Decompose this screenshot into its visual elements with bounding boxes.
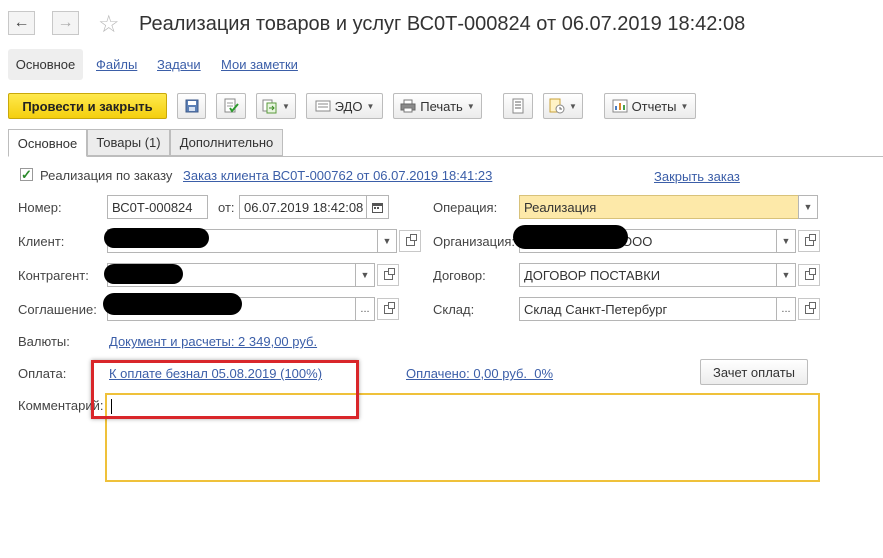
warehouse-open-button[interactable] — [798, 298, 820, 320]
redaction-organization — [513, 225, 628, 249]
chevron-down-icon: ▼ — [360, 270, 370, 280]
printer-icon — [400, 99, 416, 113]
create-based-on-button[interactable]: ▼ — [256, 93, 296, 119]
redaction-counterparty — [104, 264, 183, 284]
post-and-close-button[interactable]: Провести и закрыть — [8, 93, 167, 119]
agreement-select-button[interactable]: ... — [355, 297, 375, 321]
chevron-down-icon: ▼ — [781, 236, 791, 246]
back-button[interactable]: ← — [8, 11, 35, 35]
chevron-down-icon: ▼ — [680, 101, 689, 111]
currency-link[interactable]: Документ и расчеты: 2 349,00 руб. — [109, 334, 317, 349]
date-from-label: от: — [218, 200, 235, 215]
arrow-left-icon: ← — [13, 14, 30, 31]
chevron-down-icon: ▼ — [466, 101, 475, 111]
client-label: Клиент: — [18, 234, 65, 249]
chevron-down-icon: ▼ — [803, 202, 813, 212]
contract-open-button[interactable] — [798, 264, 820, 286]
print-label: Печать — [420, 98, 463, 114]
save-button[interactable] — [177, 93, 206, 119]
chevron-down-icon: ▼ — [781, 270, 791, 280]
section-main[interactable]: Основное — [8, 49, 83, 80]
chevron-down-icon: ▼ — [569, 101, 577, 111]
favorite-star-icon[interactable]: ☆ — [98, 10, 120, 39]
tab-additional[interactable]: Дополнительно — [170, 129, 283, 156]
counterparty-dropdown-button[interactable]: ▼ — [355, 263, 375, 287]
operation-field[interactable]: Реализация — [519, 195, 799, 219]
attachment-icon — [549, 98, 565, 114]
currency-label: Валюты: — [18, 334, 70, 349]
redaction-client — [104, 228, 209, 248]
section-files[interactable]: Файлы — [96, 57, 137, 72]
contract-field[interactable]: ДОГОВОР ПОСТАВКИ — [519, 263, 777, 287]
tab-goods[interactable]: Товары (1) — [87, 129, 170, 156]
contract-label: Договор: — [433, 268, 486, 283]
organization-dropdown-button[interactable]: ▼ — [776, 229, 796, 253]
chevron-down-icon: ▼ — [366, 101, 375, 111]
print-button[interactable]: Печать ▼ — [393, 93, 482, 119]
calendar-button[interactable] — [366, 195, 389, 219]
forward-button[interactable]: → — [52, 11, 79, 35]
edo-icon — [315, 100, 331, 112]
customer-order-link[interactable]: Заказ клиента ВС0Т-000762 от 06.07.2019 … — [183, 168, 492, 183]
by-order-label: Реализация по заказу — [40, 168, 173, 183]
redaction-agreement — [103, 293, 242, 315]
edo-label: ЭДО — [334, 98, 363, 114]
open-icon — [804, 233, 816, 246]
warehouse-field[interactable]: Склад Санкт-Петербург — [519, 297, 777, 321]
document-title: Реализация товаров и услуг ВС0Т-000824 о… — [139, 13, 746, 35]
close-order-link[interactable]: Закрыть заказ — [654, 169, 740, 184]
ellipsis-icon: ... — [781, 303, 791, 315]
checkmark-icon: ✓ — [21, 167, 32, 182]
post-button[interactable] — [216, 93, 246, 119]
arrow-right-icon: → — [57, 14, 74, 31]
payment-offset-button[interactable]: Зачет оплаты — [700, 359, 808, 385]
chevron-down-icon: ▼ — [282, 101, 290, 111]
reports-label: Отчеты — [631, 98, 677, 114]
calendar-icon — [372, 202, 383, 213]
operation-label: Операция: — [433, 200, 498, 215]
section-notes[interactable]: Мои заметки — [221, 57, 298, 72]
organization-open-button[interactable] — [798, 230, 820, 252]
client-dropdown-button[interactable]: ▼ — [377, 229, 397, 253]
open-icon — [383, 301, 395, 314]
counterparty-open-button[interactable] — [377, 264, 399, 286]
attach-files-button[interactable]: ▼ — [543, 93, 583, 119]
number-field[interactable]: ВС0Т-000824 — [107, 195, 208, 219]
open-icon — [383, 267, 395, 280]
ellipsis-icon: ... — [360, 303, 370, 315]
post-document-icon — [224, 98, 239, 113]
section-tasks[interactable]: Задачи — [157, 57, 201, 72]
open-icon — [405, 233, 417, 246]
agreement-label: Соглашение: — [18, 302, 97, 317]
reports-icon — [612, 99, 628, 113]
open-icon — [804, 267, 816, 280]
client-open-button[interactable] — [399, 230, 421, 252]
floppy-disk-icon — [185, 99, 198, 113]
operation-dropdown-button[interactable]: ▼ — [798, 195, 818, 219]
counterparty-label: Контрагент: — [18, 268, 89, 283]
contract-dropdown-button[interactable]: ▼ — [776, 263, 796, 287]
reports-button[interactable]: Отчеты ▼ — [604, 93, 696, 119]
tab-strip-line — [8, 156, 883, 157]
organization-label: Организация: — [433, 234, 516, 249]
list-document-icon — [512, 98, 524, 114]
payment-label: Оплата: — [18, 366, 67, 381]
date-field[interactable]: 06.07.2019 18:42:08 — [239, 195, 367, 219]
warehouse-label: Склад: — [433, 302, 475, 317]
number-label: Номер: — [18, 200, 62, 215]
by-order-checkbox[interactable]: ✓ — [20, 168, 33, 181]
create-based-on-icon — [262, 99, 277, 114]
warehouse-select-button[interactable]: ... — [776, 297, 796, 321]
tab-main[interactable]: Основное — [8, 129, 87, 157]
agreement-open-button[interactable] — [377, 298, 399, 320]
annotation-highlight-box — [91, 360, 359, 419]
edo-button[interactable]: ЭДО ▼ — [306, 93, 383, 119]
open-icon — [804, 301, 816, 314]
structure-button[interactable] — [503, 93, 533, 119]
paid-amount-link[interactable]: Оплачено: 0,00 руб. 0% — [406, 366, 553, 381]
chevron-down-icon: ▼ — [382, 236, 392, 246]
